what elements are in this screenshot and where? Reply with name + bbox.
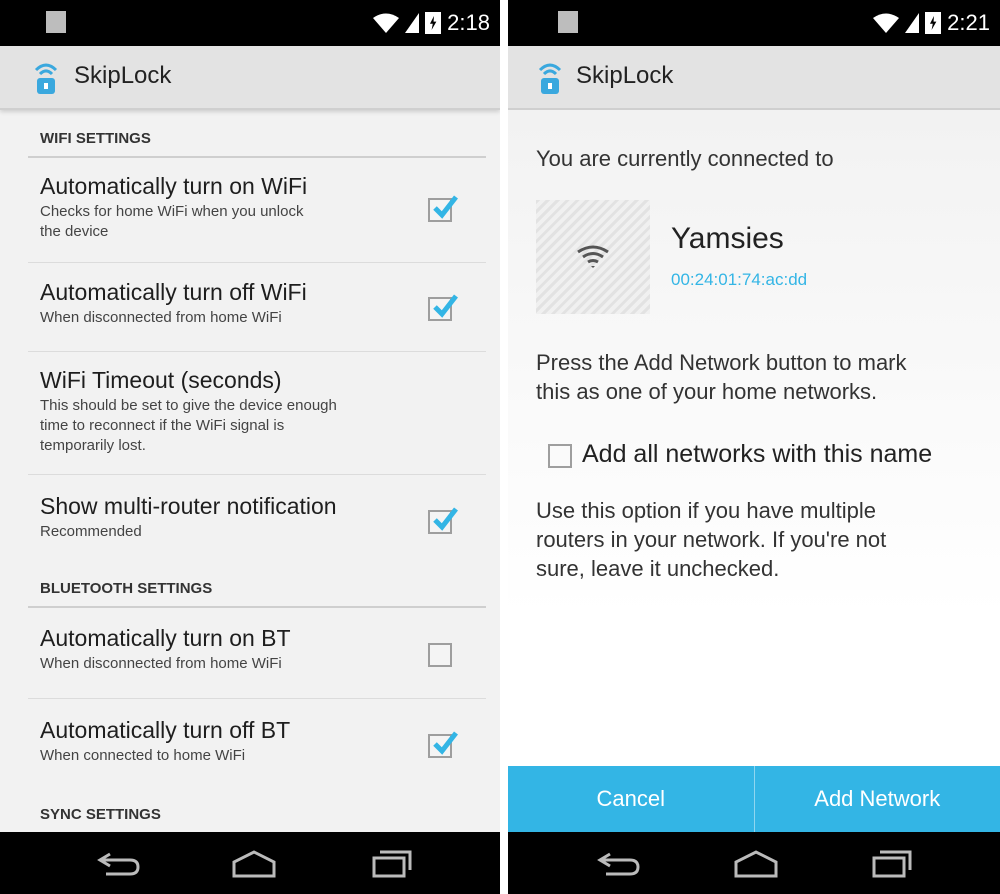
- pref-title: Automatically turn on BT: [40, 625, 291, 651]
- pref-summary: Checks for home WiFi when you unlock: [40, 203, 304, 220]
- home-icon[interactable]: [734, 848, 778, 878]
- pref-divider: [28, 474, 486, 475]
- checkmark-icon: [433, 294, 458, 318]
- skiplock-app-icon[interactable]: [538, 56, 562, 96]
- cell-signal-icon: [905, 13, 920, 33]
- checkbox-auto-wifi-off[interactable]: [428, 294, 458, 321]
- instruction-line: this as one of your home networks.: [536, 379, 878, 404]
- pref-auto-bt-off[interactable]: Automatically turn off BT When connected…: [40, 716, 430, 766]
- pref-auto-wifi-on[interactable]: Automatically turn on WiFi Checks for ho…: [40, 172, 430, 242]
- cancel-button[interactable]: Cancel: [508, 766, 754, 832]
- app-title: SkipLock: [576, 62, 674, 89]
- home-icon[interactable]: [232, 848, 276, 878]
- checkbox-auto-bt-off[interactable]: [428, 731, 458, 758]
- section-header-sync: SYNC SETTINGS: [40, 806, 161, 823]
- hint-line: Use this option if you have multiple: [536, 498, 876, 523]
- pref-title: WiFi Timeout (seconds): [40, 367, 282, 393]
- settings-list: WIFI SETTINGS Automatically turn on WiFi…: [0, 110, 500, 832]
- pref-divider: [28, 351, 486, 352]
- hint-text: Use this option if you have multiple rou…: [536, 496, 986, 583]
- pref-summary: When disconnected from home WiFi: [40, 655, 282, 672]
- hint-line: routers in your network. If you're not: [536, 527, 887, 552]
- pref-summary: the device: [40, 223, 109, 240]
- network-name: Yamsies: [671, 222, 784, 255]
- cell-signal-icon: [405, 13, 420, 33]
- pref-title: Automatically turn on WiFi: [40, 173, 308, 199]
- pref-wifi-timeout[interactable]: WiFi Timeout (seconds) This should be se…: [40, 366, 460, 456]
- wifi-signal-icon: [873, 13, 900, 33]
- pref-multi-router[interactable]: Show multi-router notification Recommend…: [40, 492, 430, 542]
- recents-icon[interactable]: [870, 848, 914, 878]
- pref-title: Automatically turn off BT: [40, 717, 291, 743]
- instruction-text: Press the Add Network button to mark thi…: [536, 348, 986, 406]
- battery-icon: [925, 12, 942, 34]
- dialog-button-bar: Cancel Add Network: [508, 766, 1000, 832]
- status-time: 2:21: [947, 10, 990, 35]
- status-bar: 2:21: [508, 0, 1000, 46]
- app-title: SkipLock: [74, 62, 172, 89]
- checkbox-auto-bt-on[interactable]: [428, 643, 452, 667]
- network-thumbnail: [536, 200, 650, 314]
- notification-icon: [46, 11, 66, 33]
- add-network-screen: 2:21 SkipLock You are currently connecte…: [508, 0, 1000, 894]
- pref-summary: time to reconnect if the WiFi signal is: [40, 417, 285, 434]
- pref-summary: Recommended: [40, 523, 142, 540]
- checkbox-multi-router[interactable]: [428, 507, 458, 534]
- add-all-label[interactable]: Add all networks with this name: [582, 440, 932, 469]
- pref-auto-bt-on[interactable]: Automatically turn on BT When disconnect…: [40, 624, 430, 674]
- back-icon[interactable]: [96, 848, 140, 878]
- status-bar: 2:18: [0, 0, 500, 46]
- nav-bar: [508, 832, 1000, 894]
- screen-gap: [500, 0, 508, 894]
- pref-summary: temporarily lost.: [40, 437, 146, 454]
- checkmark-icon: [433, 731, 458, 755]
- pref-title: Automatically turn off WiFi: [40, 279, 307, 305]
- skiplock-app-icon[interactable]: [34, 56, 58, 96]
- checkbox-auto-wifi-on[interactable]: [428, 195, 458, 222]
- hint-line: sure, leave it unchecked.: [536, 556, 780, 581]
- status-time: 2:18: [447, 10, 490, 35]
- section-header-wifi: WIFI SETTINGS: [40, 130, 151, 147]
- add-network-button[interactable]: Add Network: [755, 766, 1000, 832]
- checkmark-icon: [433, 195, 458, 219]
- section-header-bluetooth: BLUETOOTH SETTINGS: [40, 580, 213, 597]
- pref-summary: When connected to home WiFi: [40, 747, 246, 764]
- notification-icon: [558, 11, 578, 33]
- recents-icon[interactable]: [370, 848, 414, 878]
- pref-divider: [28, 698, 486, 699]
- section-divider: [28, 156, 486, 158]
- checkmark-icon: [433, 507, 458, 531]
- section-divider: [28, 606, 486, 608]
- nav-bar: [0, 832, 500, 894]
- add-network-panel: You are currently connected to Yamsies 0…: [508, 110, 1000, 832]
- pref-title: Show multi-router notification: [40, 493, 337, 519]
- action-bar: SkipLock: [0, 46, 500, 110]
- back-icon[interactable]: [596, 848, 640, 878]
- connected-intro: You are currently connected to: [536, 146, 834, 171]
- instruction-line: Press the Add Network button to mark: [536, 350, 907, 375]
- battery-icon: [425, 12, 442, 34]
- settings-screen: 2:18 SkipLock WIFI SETTINGS Automaticall…: [0, 0, 500, 894]
- pref-summary: This should be set to give the device en…: [40, 397, 337, 414]
- pref-auto-wifi-off[interactable]: Automatically turn off WiFi When disconn…: [40, 278, 430, 328]
- pref-summary: When disconnected from home WiFi: [40, 309, 282, 326]
- add-all-checkbox[interactable]: [548, 444, 572, 468]
- wifi-signal-icon: [373, 13, 400, 33]
- wifi-signal-icon: [577, 245, 609, 268]
- action-bar: SkipLock: [508, 46, 1000, 110]
- network-mac: 00:24:01:74:ac:dd: [671, 270, 808, 289]
- pref-divider: [28, 262, 486, 263]
